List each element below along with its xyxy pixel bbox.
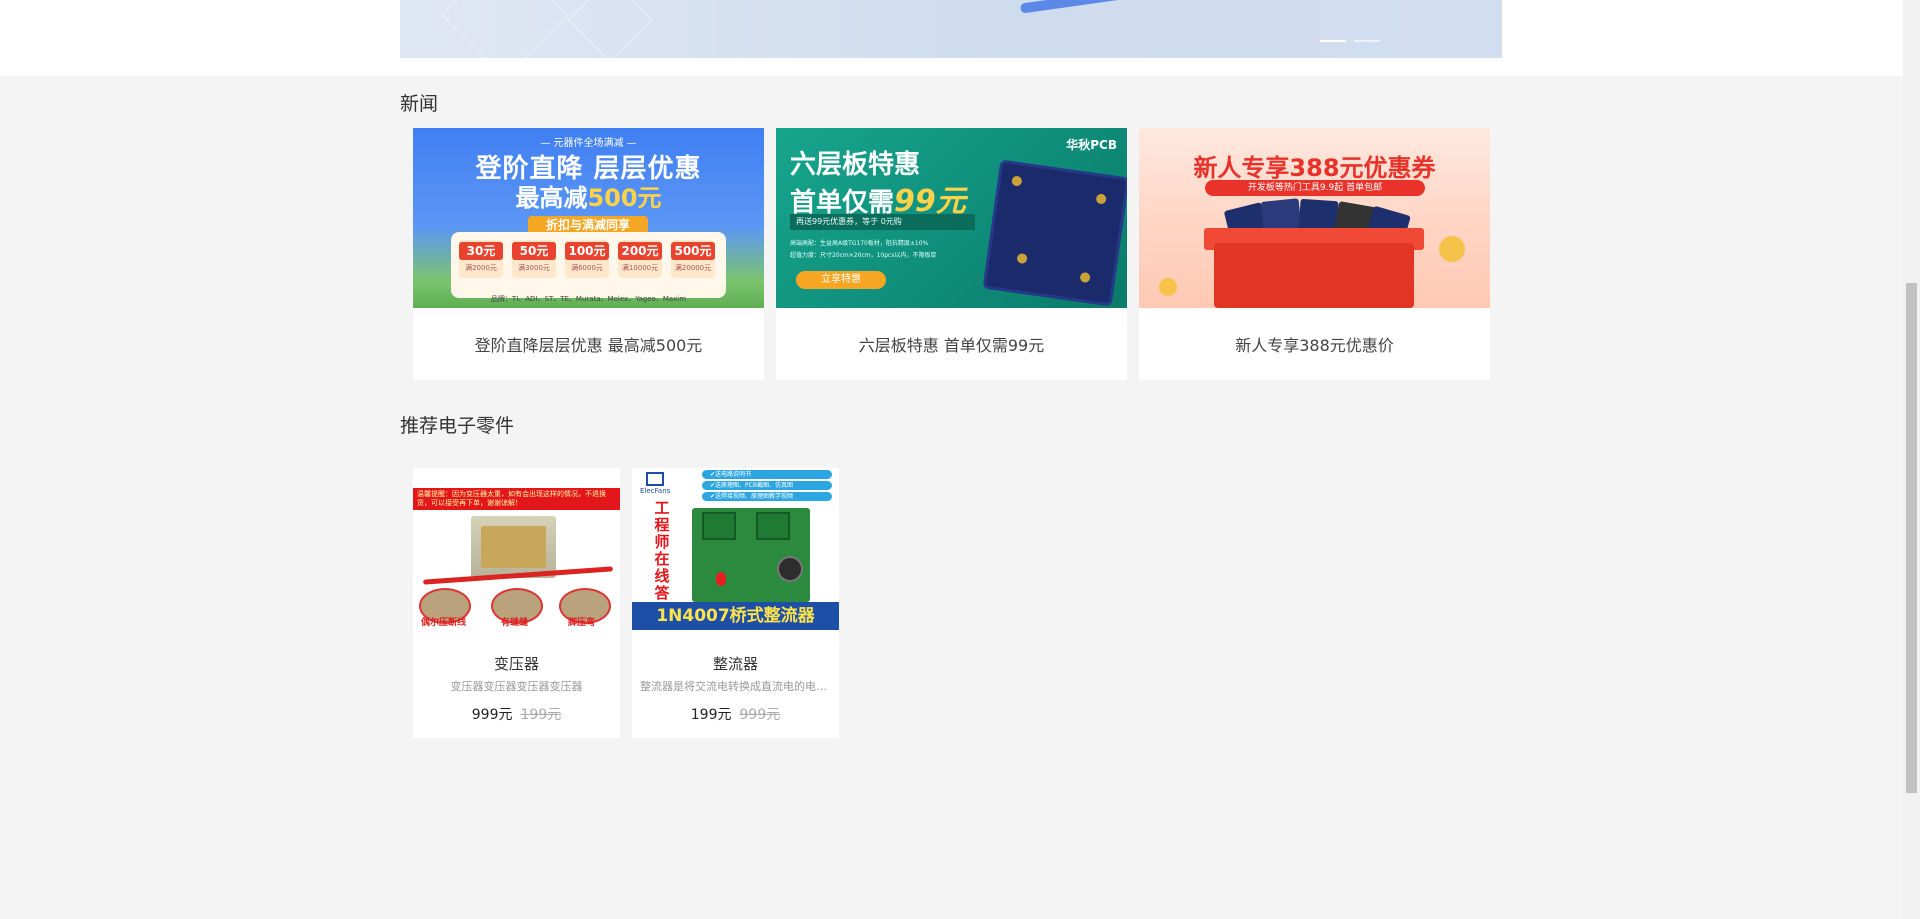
scrollbar-thumb[interactable] [1906, 283, 1917, 793]
news-caption[interactable]: 登阶直降层层优惠 最高减500元 [413, 308, 764, 380]
feature-chip: ✔送焊接视频、原理图教学视频 [702, 492, 832, 501]
product-price-row: 199元 999元 [632, 704, 839, 724]
news-card[interactable]: 新人专享388元优惠券 开发板等热门工具9.9起 首单包邮 新人专享388元优惠… [1139, 128, 1490, 380]
banner-subheadline: 最高减500元 [413, 178, 764, 213]
coupon-condition: 满6000元 [571, 264, 603, 272]
capacitor [777, 556, 803, 582]
transformer-coil [481, 526, 546, 568]
elecfans-logo: ElecFans [640, 472, 670, 502]
banner-detail: 高端高配：生益高A级TG170板材，阻抗精度±10% [790, 240, 929, 247]
banner-strip: 再送99元优惠券，等于 0元购 [790, 214, 975, 230]
detail-label: 偶尔压断线 [421, 618, 467, 628]
product-price: 999元 [471, 707, 513, 723]
recommend-section-title: 推荐电子零件 [400, 415, 515, 437]
banner-subheadline-prefix: 最高减 [515, 184, 588, 212]
news-banner-image: 华秋PCB 六层板特惠 首单仅需99元 再送99元优惠券，等于 0元购 高端高配… [776, 128, 1127, 308]
product-card[interactable]: 温馨提醒：因为变压器太重，如有会出现这样的情况，不退换货，可以接受再下单，谢谢谅… [413, 468, 620, 738]
coupon-value: 500元 [671, 242, 715, 260]
detail-label: 有缝缝 [501, 618, 529, 628]
red-led [716, 572, 726, 586]
product-description: 变压器变压器变压器变压器 [450, 680, 583, 693]
carousel-stripe [1019, 0, 1131, 14]
banner-detail: 超值力度：尺寸20cm×20cm，10pcs以内，不限板厚 [790, 252, 937, 259]
banner-brands: 品牌：TI、ADI、ST、TE、Murata、Molex、Yageo、Maxim [490, 295, 687, 303]
coupon: 500元满20000元 [671, 240, 715, 278]
banner-highlight: 500元 [587, 184, 662, 212]
coupon: 50元满3000元 [512, 240, 556, 278]
coupon-value: 30元 [459, 242, 503, 260]
banner-pill: 开发板等热门工具9.9起 首单包邮 [1205, 180, 1425, 196]
product-old-price: 199元 [520, 707, 562, 723]
screw-terminal [756, 512, 790, 540]
product-old-price: 999元 [739, 707, 781, 723]
news-banner-image: — 元器件全场满减 — 登阶直降 层层优惠 最高减500元 折扣与满减同享 30… [413, 128, 764, 308]
carousel-indicators [1320, 40, 1380, 42]
coupon: 100元满6000元 [565, 240, 609, 278]
coupon-condition: 满20000元 [674, 264, 712, 272]
coupon: 200元满10000元 [618, 240, 662, 278]
news-banner-image: 新人专享388元优惠券 开发板等热门工具9.9起 首单包邮 [1139, 128, 1490, 308]
news-section-title: 新闻 [400, 93, 439, 115]
hero-carousel[interactable] [400, 0, 1502, 58]
coupon-condition: 满2000元 [465, 264, 497, 272]
product-name[interactable]: 变压器 [413, 653, 620, 674]
coin-decoration [1439, 236, 1465, 262]
logo-text: ElecFans [640, 487, 671, 495]
news-card[interactable]: 华秋PCB 六层板特惠 首单仅需99元 再送99元优惠券，等于 0元购 高端高配… [776, 128, 1127, 380]
carousel-decoration [441, 0, 569, 58]
product-image-warning: 温馨提醒：因为变压器太重，如有会出现这样的情况，不退换货，可以接受再下单，谢谢谅… [413, 488, 620, 510]
gift-box [1214, 243, 1414, 308]
carousel-dot-2[interactable] [1354, 40, 1380, 42]
feature-chip: ✔送电路说明书 [702, 470, 832, 479]
product-image[interactable]: 温馨提醒：因为变压器太重，如有会出现这样的情况，不退换货，可以接受再下单，谢谢谅… [413, 468, 620, 630]
banner-logo: 华秋PCB [1066, 138, 1117, 152]
feature-chip: ✔送原理图、PCB截图、仿真图 [702, 481, 832, 490]
product-card[interactable]: ElecFans ✔送电路说明书 ✔送原理图、PCB截图、仿真图 ✔送焊接视频、… [632, 468, 839, 738]
product-price-row: 999元 199元 [413, 704, 620, 724]
news-caption[interactable]: 新人专享388元优惠价 [1139, 308, 1490, 380]
coin-decoration [1159, 278, 1177, 296]
product-price: 199元 [690, 707, 732, 723]
product-image[interactable]: ElecFans ✔送电路说明书 ✔送原理图、PCB截图、仿真图 ✔送焊接视频、… [632, 468, 839, 630]
coupon-condition: 满3000元 [518, 264, 550, 272]
coupon-panel: 30元满2000元 50元满3000元 100元满6000元 200元满1000… [451, 232, 726, 298]
banner-tag: — 元器件全场满减 — [540, 138, 637, 149]
carousel-dot-1[interactable] [1320, 40, 1346, 42]
product-description: 整流器是将交流电转换成直流电的电子器件 [640, 680, 831, 693]
product-name[interactable]: 整流器 [632, 653, 839, 674]
feature-chips: ✔送电路说明书 ✔送原理图、PCB截图、仿真图 ✔送焊接视频、原理图教学视频 [702, 470, 832, 503]
screw-terminal [702, 512, 736, 540]
coupon-condition: 满10000元 [621, 264, 659, 272]
banner-cta-button: 立享特惠 [796, 271, 886, 289]
pcb-board-image [982, 159, 1127, 307]
banner-headline: 新人专享388元优惠券 [1193, 154, 1436, 182]
carousel-decoration [567, 0, 653, 58]
coupon-value: 200元 [618, 242, 662, 260]
coupon-value: 100元 [565, 242, 609, 260]
news-card[interactable]: — 元器件全场满减 — 登阶直降 层层优惠 最高减500元 折扣与满减同享 30… [413, 128, 764, 380]
product-image-title: 1N4007桥式整流器 [632, 602, 839, 630]
detail-label: 脚压弯 [568, 618, 596, 628]
coupon-value: 50元 [512, 242, 556, 260]
news-caption[interactable]: 六层板特惠 首单仅需99元 [776, 308, 1127, 380]
coupon: 30元满2000元 [459, 240, 503, 278]
